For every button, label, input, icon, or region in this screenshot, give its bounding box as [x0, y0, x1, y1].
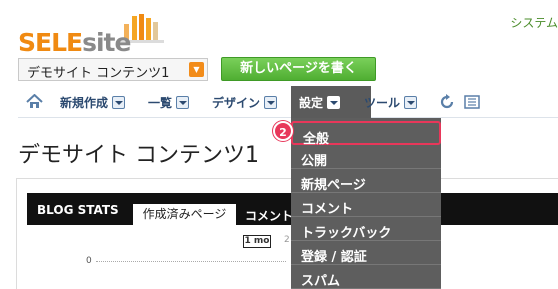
refresh-icon[interactable] [439, 86, 455, 118]
selesite-logo[interactable]: SELEsite [18, 14, 168, 57]
logo-sele: SELE [18, 28, 83, 57]
range-next-button[interactable]: 2 [284, 235, 290, 245]
site-selector[interactable]: デモサイト コンテンツ1 ▼ [18, 58, 208, 81]
menu-item-comments[interactable]: コメント [291, 193, 441, 217]
nav-item-label: 設定 [299, 96, 324, 110]
dropdown-arrow-icon [404, 96, 418, 109]
nav-item-label: 新規作成 [60, 96, 109, 110]
main-nav: 新規作成 一覧 デザイン 設定 ツール [18, 86, 558, 118]
system-link[interactable]: システム [510, 14, 558, 31]
dropdown-arrow-icon [327, 96, 341, 109]
nav-item-design[interactable]: デザイン [212, 86, 278, 118]
nav-item-label: 一覧 [148, 96, 173, 110]
menu-item-new-page[interactable]: 新規ページ [291, 169, 441, 193]
home-icon[interactable] [26, 86, 43, 118]
logo-site: site [82, 28, 131, 57]
nav-item-label: ツール [364, 96, 401, 110]
dropdown-arrow-icon [264, 96, 278, 109]
menu-item-spam[interactable]: スパム [291, 265, 441, 289]
menu-item-registration-auth[interactable]: 登録 / 認証 [291, 241, 441, 265]
settings-dropdown-menu: 全般 公開 新規ページ コメント トラックバック 登録 / 認証 スパム [291, 118, 441, 289]
page-title: デモサイト コンテンツ1 [18, 143, 259, 168]
page-view-icon[interactable] [464, 86, 480, 118]
tab-created-pages[interactable]: 作成済みページ [133, 204, 236, 226]
nav-item-list[interactable]: 一覧 [148, 86, 190, 118]
dropdown-arrow-icon [176, 96, 190, 109]
menu-item-general[interactable]: 全般 [291, 121, 441, 147]
new-page-button[interactable]: 新しいページを書く [221, 57, 376, 81]
menu-item-trackback[interactable]: トラックバック [291, 217, 441, 241]
menu-item-publish[interactable]: 公開 [291, 145, 441, 169]
chart-axis-zero: 0 [86, 256, 92, 266]
tab-comments[interactable]: コメント [245, 207, 293, 224]
blog-stats-title: BLOG STATS [37, 203, 119, 217]
nav-item-tools[interactable]: ツール [364, 86, 418, 118]
logo-text: SELEsite [18, 28, 131, 57]
chevron-down-icon: ▼ [189, 62, 204, 77]
nav-item-new[interactable]: 新規作成 [60, 86, 126, 118]
step-badge: 2 [273, 121, 293, 141]
nav-item-settings[interactable]: 設定 [291, 86, 371, 118]
dropdown-arrow-icon [112, 96, 126, 109]
nav-item-label: デザイン [212, 96, 261, 110]
range-1mo-button[interactable]: 1 mo [243, 235, 271, 248]
chart-baseline [96, 261, 286, 262]
site-selector-value: デモサイト コンテンツ1 [27, 66, 170, 81]
